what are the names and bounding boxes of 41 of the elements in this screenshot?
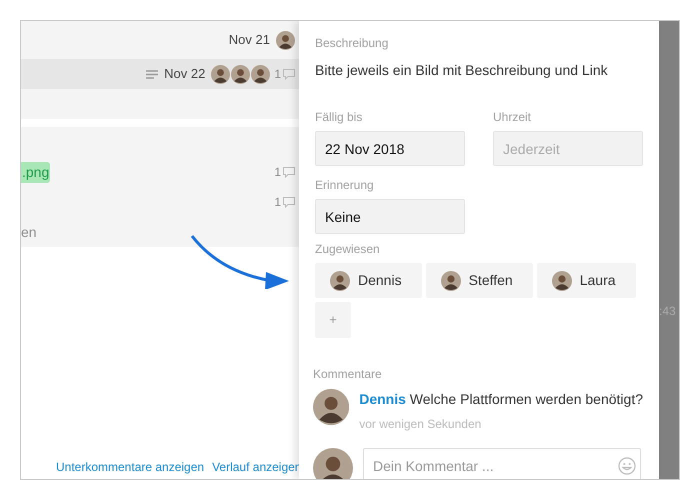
list-row[interactable]: Nov 22 1 [21,59,299,89]
avatar [330,270,350,290]
comment-time: vor wenigen Sekunden [359,416,482,433]
link[interactable]: Unterkommentare anzeigen [56,458,204,476]
avatar [211,64,230,84]
comment-count: 1 [274,194,281,211]
due-date: Nov 22 [164,65,206,84]
task-title: en [21,222,37,242]
author-link[interactable]: Dennis [359,391,406,407]
comment-text: Dennis Welche Plattformen werden benötigt? [359,390,643,409]
speech-bubble-icon [283,68,295,80]
description-text: Bitte jeweils ein Bild mit Beschreibung und Link [315,61,609,80]
link[interactable]: Verlauf anzeigen [212,458,302,476]
list-row[interactable] [21,89,299,119]
avatar [231,64,250,84]
avatar [313,387,350,427]
due-date: Nov 21 [228,31,270,50]
smiley-icon[interactable] [618,457,636,475]
reminder-field[interactable]: Keine [315,199,465,234]
time-field[interactable]: Jederzeit [493,131,643,166]
avatar [276,30,295,50]
assignee-chip[interactable]: Laura [536,263,636,298]
comment-count: 1 [274,66,281,83]
field-label: Zugewiesen [315,241,381,258]
field-label: Beschreibung [315,35,390,52]
list-row[interactable]: Nov 21 [21,21,299,59]
avatar [440,270,461,290]
field-label: Kommentare [313,366,383,383]
avatar [251,64,270,84]
field-label: Uhrzeit [493,109,532,126]
avatar [313,448,353,479]
field-label: Erinnerung [315,177,375,194]
assignee-chip[interactable]: Dennis [315,263,422,298]
avatar [552,270,572,290]
date-field[interactable]: 22 Nov 2018 [315,131,465,166]
assignee-chip[interactable]: Steffen [426,263,533,298]
speech-bubble-icon [283,166,295,178]
speech-bubble-icon [283,196,295,208]
field-label: Fällig bis [315,109,364,126]
comment-count: 1 [274,164,281,181]
comment-field[interactable]: Dein Kommentar ... [363,448,641,479]
